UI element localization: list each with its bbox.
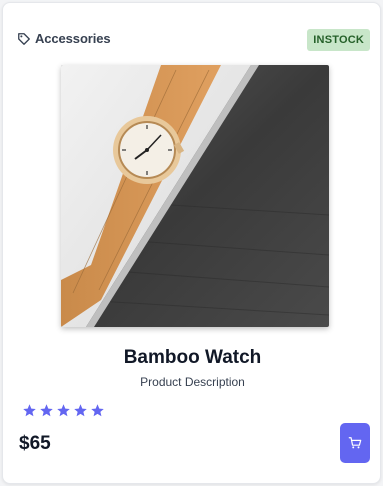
inventory-status-badge: INSTOCK bbox=[307, 29, 370, 51]
product-image bbox=[61, 65, 329, 327]
product-description: Product Description bbox=[140, 375, 245, 389]
category-label: Accessories bbox=[35, 31, 111, 46]
product-price: $65 bbox=[19, 433, 51, 454]
wooden-watch-photo bbox=[61, 65, 329, 327]
product-rating[interactable] bbox=[22, 403, 105, 418]
star-icon[interactable] bbox=[22, 403, 37, 418]
star-icon[interactable] bbox=[56, 403, 71, 418]
star-icon[interactable] bbox=[39, 403, 54, 418]
tag-icon bbox=[18, 32, 30, 45]
product-name: Bamboo Watch bbox=[123, 347, 262, 368]
product-category: Accessories bbox=[17, 31, 111, 46]
add-to-cart-button[interactable] bbox=[340, 423, 370, 463]
star-icon[interactable] bbox=[90, 403, 105, 418]
product-card: Accessories INSTOCK Bamboo Watch Product… bbox=[2, 2, 381, 484]
star-icon[interactable] bbox=[73, 403, 88, 418]
shopping-cart-icon bbox=[348, 437, 362, 449]
